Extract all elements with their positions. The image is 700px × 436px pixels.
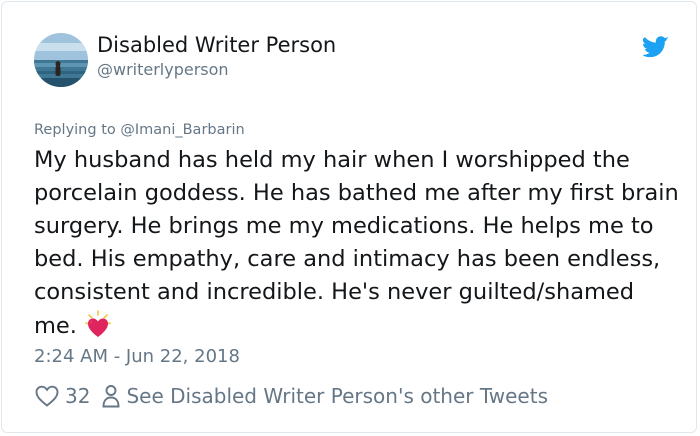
tweet-body: My husband has held my hair when I worsh… — [34, 144, 684, 343]
avatar-photo — [34, 33, 88, 87]
person-icon[interactable] — [102, 384, 120, 408]
replying-to-label[interactable]: Replying to @Imani_Barbarin — [34, 122, 245, 138]
twitter-bird-icon[interactable] — [641, 36, 669, 58]
like-count[interactable]: 32 — [65, 384, 90, 408]
like-heart-icon[interactable] — [35, 385, 59, 407]
tweet-card: Disabled Writer Person @writerlyperson R… — [1, 1, 697, 433]
user-avatar[interactable] — [34, 33, 88, 87]
user-display-name[interactable]: Disabled Writer Person — [97, 33, 336, 57]
other-tweets-link[interactable]: See Disabled Writer Person's other Tweet… — [126, 384, 548, 408]
user-handle[interactable]: @writerlyperson — [97, 60, 229, 79]
beating-heart-emoji-icon — [83, 309, 113, 339]
tweet-text: My husband has held my hair when I worsh… — [34, 147, 679, 339]
tweet-timestamp[interactable]: 2:24 AM - Jun 22, 2018 — [34, 346, 240, 367]
tweet-actions: 32 See Disabled Writer Person's other Tw… — [35, 382, 548, 410]
